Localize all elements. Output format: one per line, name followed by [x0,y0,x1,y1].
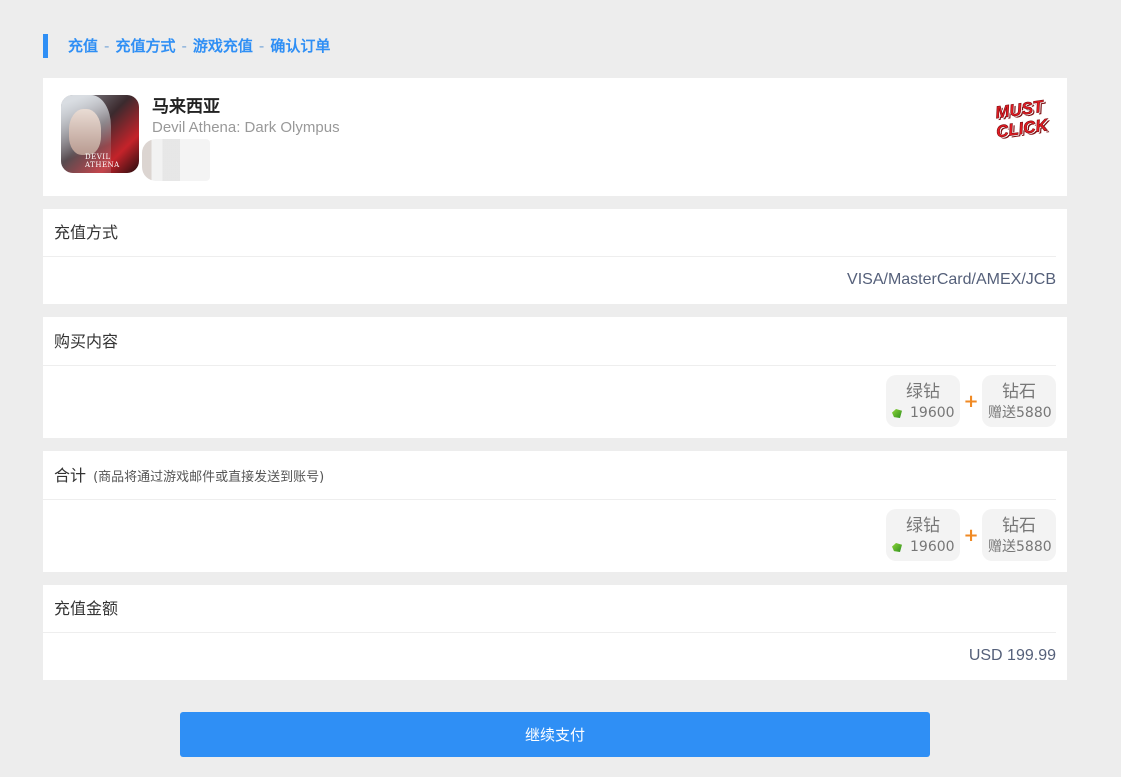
payment-method-section: 充值方式 VISA/MasterCard/AMEX/JCB [43,209,1067,304]
breadcrumb-separator: - [104,37,110,55]
payment-method-value: VISA/MasterCard/AMEX/JCB [847,271,1056,288]
purchase-content-body: 绿钻 19600 + 钻石 赠送5880 [43,366,1067,437]
breadcrumb-item-game-recharge[interactable]: 游戏充值 [193,37,253,55]
item-name: 绿钻 [906,516,940,536]
item-name: 钻石 [1002,516,1036,536]
item-quantity: 赠送5880 [988,405,1052,421]
continue-payment-button[interactable]: 继续支付 [180,712,930,757]
breadcrumb-item-confirm-order: 确认订单 [270,37,331,55]
total-section: 合计 (商品将通过游戏邮件或直接发送到账号) 绿钻 19600 + 钻石 赠送5… [43,451,1067,572]
plus-icon: + [963,524,979,546]
game-card: DEVIL ATHENA 马来西亚 Devil Athena: Dark Oly… [43,78,1067,196]
plus-icon: + [963,390,979,412]
diamond-chip: 钻石 赠送5880 [982,509,1056,561]
total-items: 绿钻 19600 + 钻石 赠送5880 [886,509,1056,561]
green-gem-icon [892,409,902,418]
item-quantity: 19600 [892,538,955,556]
breadcrumb-item-recharge[interactable]: 充值 [68,37,98,55]
item-name: 绿钻 [906,382,940,402]
item-quantity-value: 19600 [910,405,955,421]
purchase-items: 绿钻 19600 + 钻石 赠送5880 [886,375,1056,427]
diamond-chip: 钻石 赠送5880 [982,375,1056,427]
breadcrumb-separator: - [258,37,265,55]
total-body: 绿钻 19600 + 钻石 赠送5880 [43,500,1067,571]
item-quantity: 19600 [892,404,955,422]
item-quantity: 赠送5880 [988,539,1052,555]
green-gem-icon [892,543,902,552]
total-title: 合计 (商品将通过游戏邮件或直接发送到账号) [43,451,1056,500]
item-quantity-value: 19600 [910,539,955,555]
breadcrumb-item-recharge-method[interactable]: 充值方式 [115,37,175,55]
purchase-content-section: 购买内容 绿钻 19600 + 钻石 赠送5880 [43,317,1067,438]
item-name: 钻石 [1002,382,1036,402]
payment-method-body: VISA/MasterCard/AMEX/JCB [43,257,1067,304]
green-diamond-chip: 绿钻 19600 [886,509,960,561]
total-note: (商品将通过游戏邮件或直接发送到账号) [93,470,325,485]
region-name: 马来西亚 [152,97,220,117]
game-icon-caption: DEVIL ATHENA [85,153,120,169]
must-click-badge[interactable]: MUST CLICK [986,96,1056,148]
amount-title: 充值金额 [43,585,1056,633]
total-title-text: 合计 [54,466,87,485]
amount-body: USD 199.99 [43,633,1067,680]
game-name: Devil Athena: Dark Olympus [152,119,340,136]
purchase-content-title: 购买内容 [43,317,1056,366]
amount-value: USD 199.99 [968,647,1056,664]
game-icon: DEVIL ATHENA [61,95,139,173]
green-diamond-chip: 绿钻 19600 [886,375,960,427]
breadcrumb: 充值 - 充值方式 - 游戏充值 - 确认订单 [43,34,330,58]
game-icon-face [69,109,101,155]
payment-method-title: 充值方式 [43,209,1056,257]
breadcrumb-separator: - [181,37,187,55]
amount-section: 充值金额 USD 199.99 [43,585,1067,680]
blurred-account-avatar [142,139,210,181]
